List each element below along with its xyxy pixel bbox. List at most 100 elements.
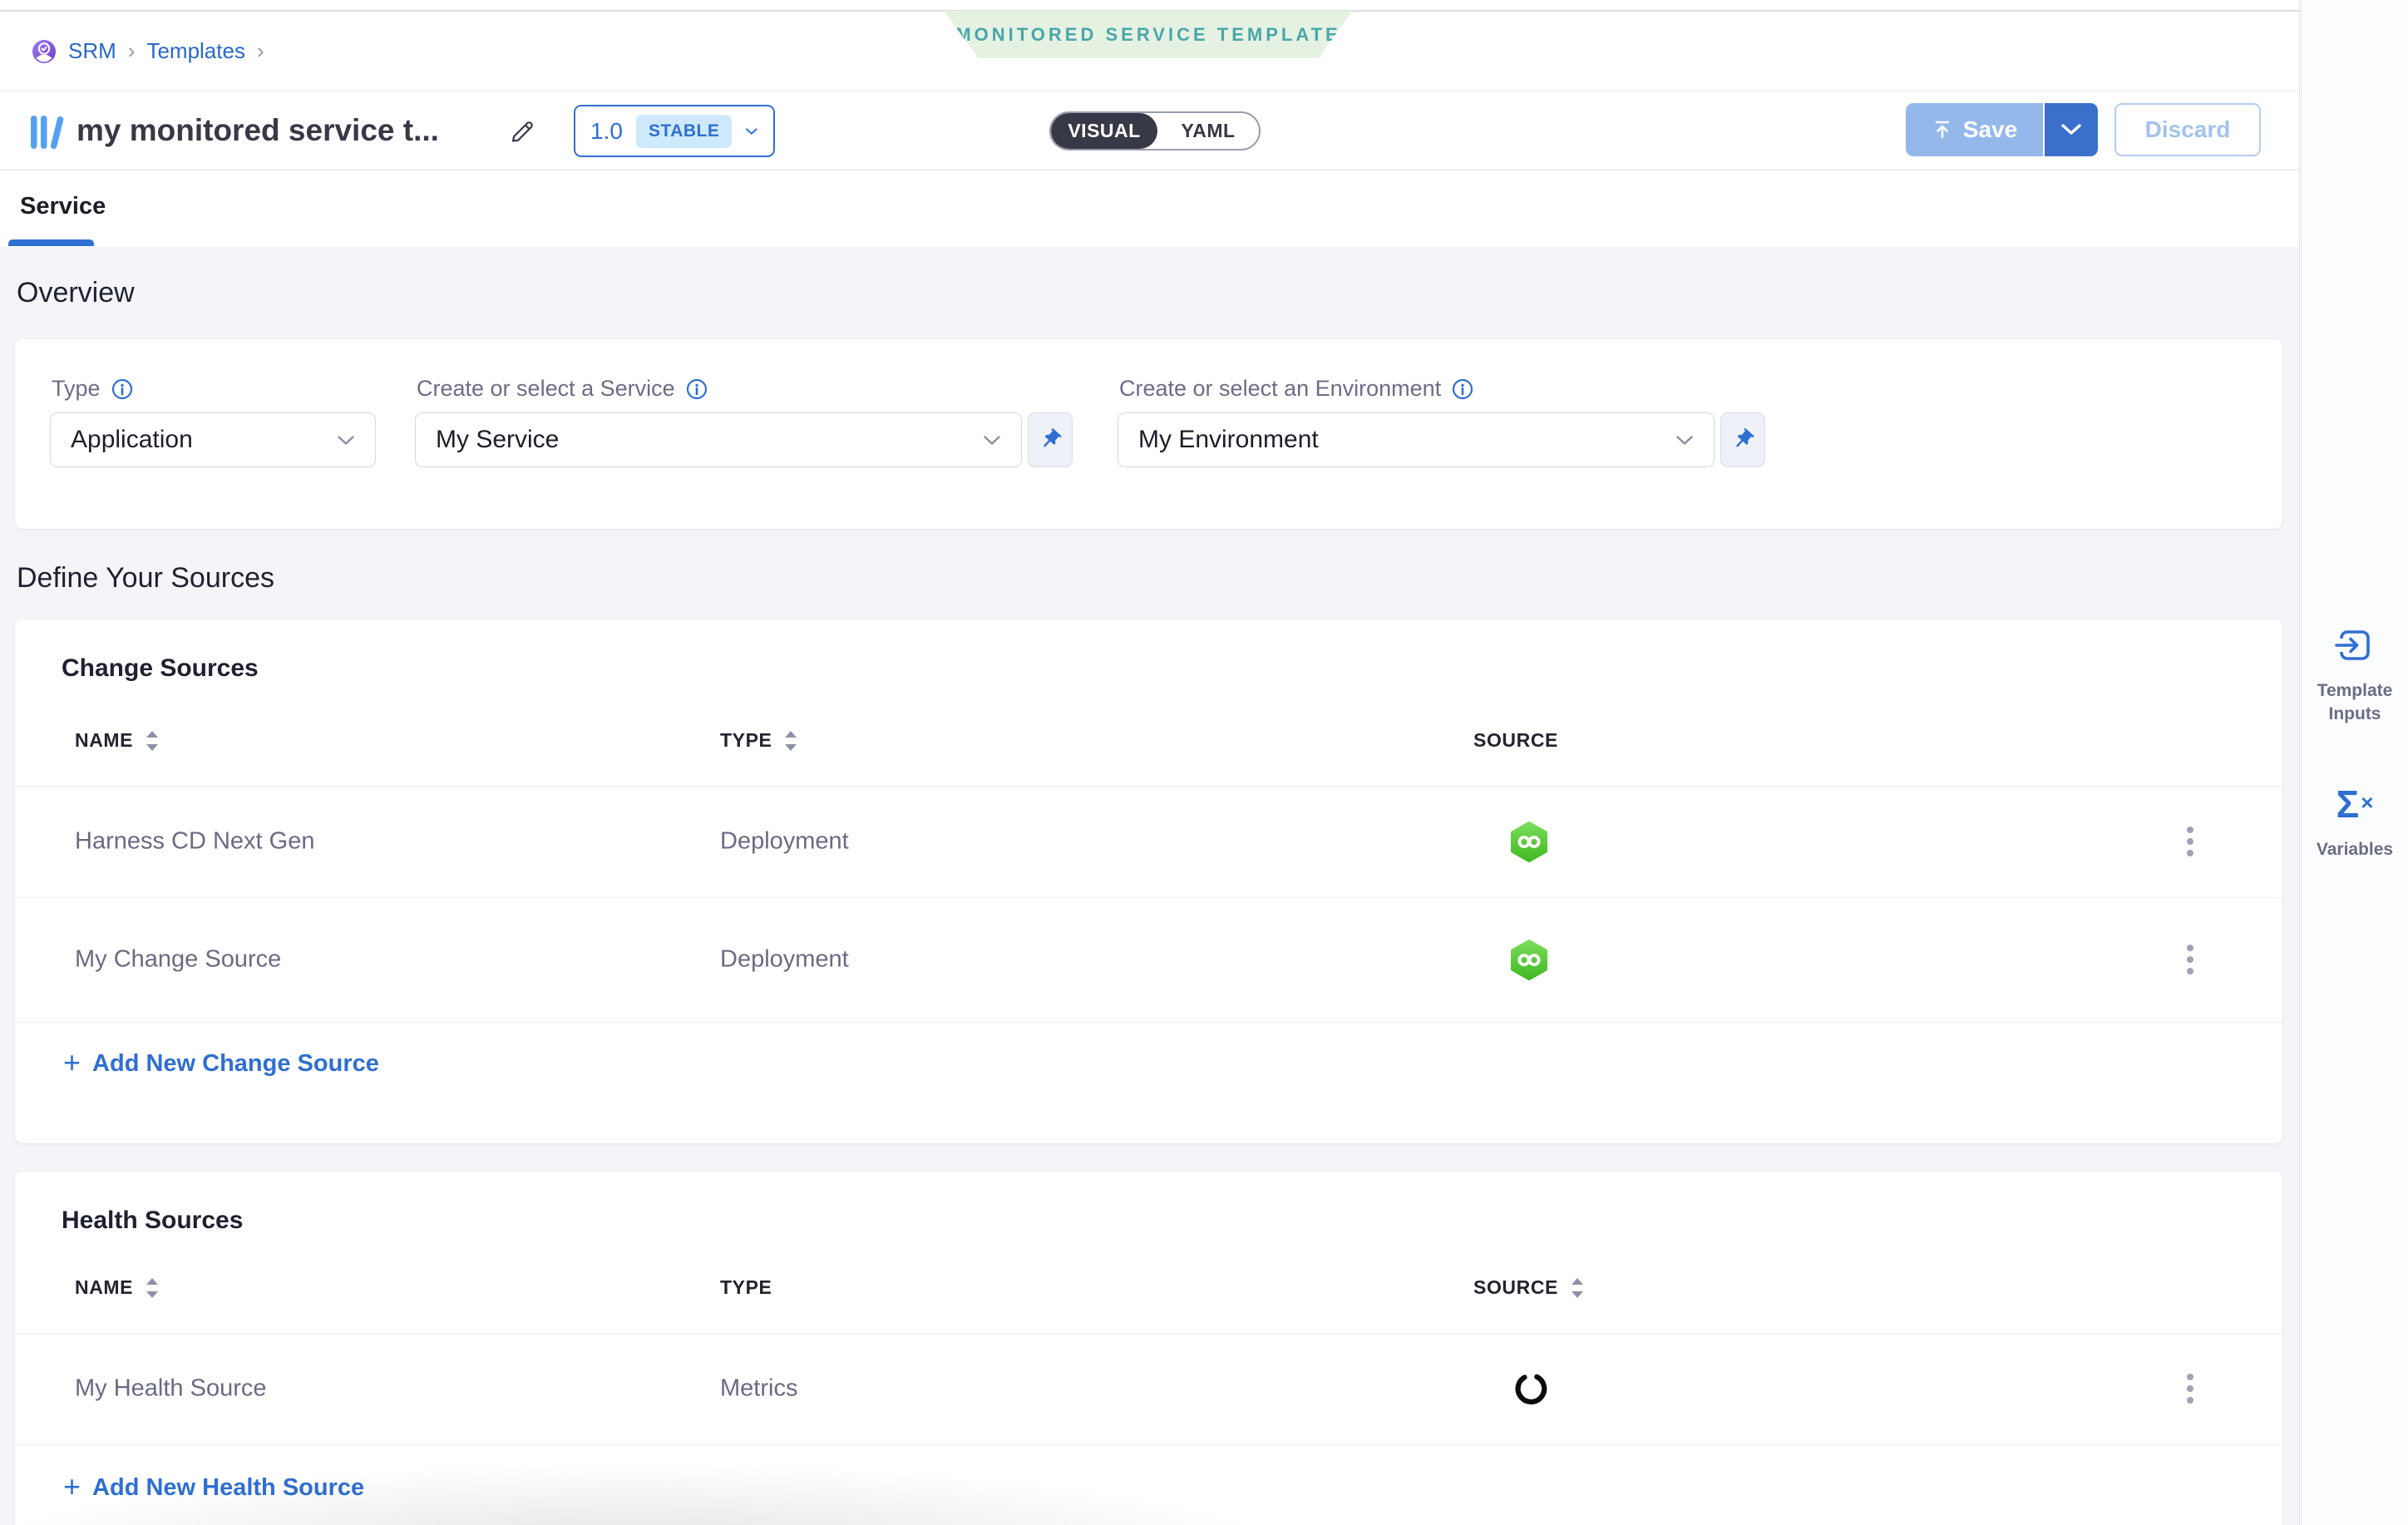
service-field-label: Create or select a Service [417,376,675,402]
row-name: My Change Source [75,946,281,974]
pin-service-button[interactable] [1028,412,1073,467]
sort-type-button[interactable] [783,730,798,752]
row-name: Harness CD Next Gen [75,828,315,856]
service-select[interactable]: My Service [415,412,1022,467]
variables-tool[interactable]: Σ× Variables [2302,785,2408,861]
template-library-icon [28,111,70,157]
discard-button[interactable]: Discard [2114,103,2261,156]
variables-label: Variables [2313,838,2396,861]
version-selector[interactable]: 1.0 STABLE [574,105,775,157]
type-select-value: Application [71,426,193,454]
info-icon[interactable] [1451,378,1474,401]
pin-environment-button[interactable] [1720,412,1765,467]
health-sources-table-header: NAME TYPE SOURCE [15,1276,2282,1310]
health-sources-card: Health Sources NAME TYPE SO [15,1172,2282,1525]
main-column: SRM › Templates › MONITORED SERVICE TEMP… [0,0,2300,1525]
column-header-source: SOURCE [1473,1276,1558,1299]
breadcrumb-chevron-icon: › [257,38,264,64]
sort-icon [783,730,798,752]
row-divider [15,1022,2282,1023]
tab-service[interactable]: Service [20,192,106,220]
define-sources-heading: Define Your Sources [15,529,2282,595]
visual-yaml-toggle: VISUAL YAML [1049,111,1261,151]
add-change-source-label: Add New Change Source [92,1050,379,1078]
sort-name-button[interactable] [145,730,160,752]
row-type: Deployment [720,828,849,856]
column-header-type: TYPE [720,1276,772,1299]
appdynamics-icon [1512,1370,1550,1408]
row-name: My Health Source [75,1375,267,1403]
harness-cd-icon [1508,821,1550,862]
column-header-name: NAME [75,1276,133,1299]
save-options-button[interactable] [2043,103,2098,156]
toggle-visual[interactable]: VISUAL [1051,113,1157,149]
row-type: Metrics [720,1375,797,1403]
content-area: Overview Type Application [0,247,2299,1525]
chevron-down-icon [1675,435,1694,446]
pin-icon [1038,427,1063,452]
table-row-harness-cd[interactable]: Harness CD Next Gen Deployment [15,787,2282,896]
breadcrumb-link-templates[interactable]: Templates [146,38,245,64]
row-menu-button[interactable] [2174,818,2207,865]
version-number: 1.0 [590,118,623,145]
template-inputs-icon [2335,625,2375,669]
row-menu-button[interactable] [2174,936,2207,983]
row-menu-button[interactable] [2174,1365,2207,1412]
chevron-down-icon [337,435,355,446]
right-tool-rail: Template Inputs Σ× Variables [2301,0,2408,1525]
breadcrumb-chevron-icon: › [128,38,136,64]
sort-icon [145,730,160,752]
template-inputs-tool[interactable]: Template Inputs [2302,625,2408,727]
info-icon[interactable] [111,378,134,401]
save-split-button: Save [1906,103,2098,156]
column-header-source: SOURCE [1473,729,1558,752]
table-row-my-health-source[interactable]: My Health Source Metrics [15,1334,2282,1444]
template-type-ribbon: MONITORED SERVICE TEMPLATE [921,11,1375,58]
template-type-ribbon-label: MONITORED SERVICE TEMPLATE [955,24,1340,46]
active-tab-underline [8,239,94,246]
add-health-source-button[interactable]: + Add New Health Source [63,1474,364,1502]
health-sources-title: Health Sources [62,1207,243,1235]
srm-template-editor-page: SRM › Templates › MONITORED SERVICE TEMP… [0,0,2408,1525]
variables-icon: Σ× [2336,785,2374,828]
pin-icon [1730,427,1755,452]
environment-select-value: My Environment [1138,426,1319,454]
sort-name-button[interactable] [145,1277,160,1299]
page-title: my monitored service t... [76,113,439,148]
type-select[interactable]: Application [50,412,376,467]
top-strip [0,0,2299,10]
sort-source-button[interactable] [1570,1277,1585,1299]
overview-card: Type Application [15,339,2282,529]
upload-icon [1932,119,1953,141]
chevron-down-icon [745,126,758,137]
type-field-label: Type [52,376,101,402]
toggle-yaml[interactable]: YAML [1157,113,1259,149]
add-health-source-label: Add New Health Source [92,1474,364,1502]
save-button[interactable]: Save [1906,103,2043,156]
change-sources-table-header: NAME TYPE [15,729,2282,762]
table-row-my-change-source[interactable]: My Change Source Deployment [15,898,2282,1021]
breadcrumb-link-srm[interactable]: SRM [68,38,116,64]
sort-icon [145,1277,160,1299]
srm-module-icon [32,39,57,64]
chevron-down-icon [2060,123,2082,136]
chevron-down-icon [983,435,1001,446]
environment-field-label: Create or select an Environment [1119,376,1441,402]
overview-heading: Overview [15,247,2282,309]
column-header-name: NAME [75,729,133,752]
change-sources-card: Change Sources NAME TYPE [15,619,2282,1143]
environment-select[interactable]: My Environment [1118,412,1715,467]
column-header-type: TYPE [720,729,772,752]
row-divider [15,1444,2282,1445]
title-bar: my monitored service t... 1.0 STABLE VIS… [0,91,2299,170]
edit-title-button[interactable] [504,115,537,148]
version-stable-badge: STABLE [636,115,732,148]
add-change-source-button[interactable]: + Add New Change Source [63,1050,379,1078]
info-icon[interactable] [685,378,708,401]
tab-bar: Service [0,170,2299,246]
row-type: Deployment [720,946,849,974]
plus-icon: + [63,1472,81,1502]
template-inputs-label: Template Inputs [2313,679,2396,727]
harness-cd-icon [1508,939,1550,980]
sort-icon [1570,1277,1585,1299]
